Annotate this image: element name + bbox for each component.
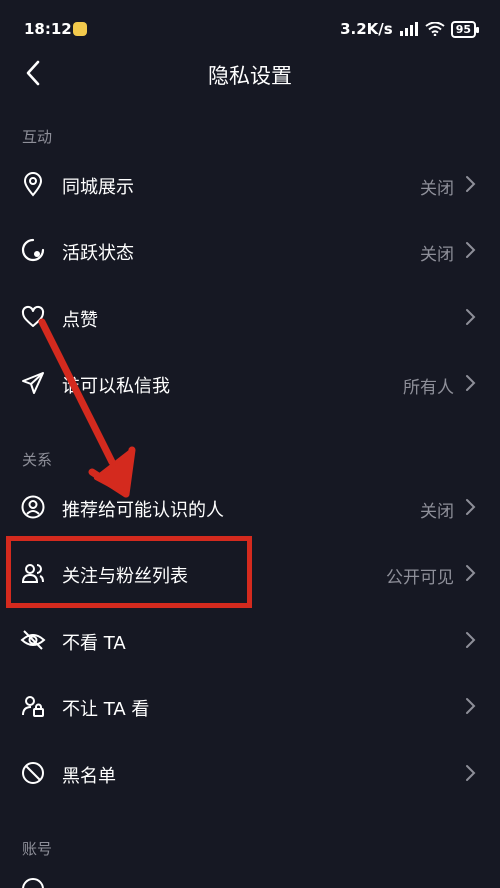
row-label: 不让 TA 看 — [62, 699, 150, 720]
setting-row-hide-from[interactable]: 不让 TA 看 — [0, 674, 500, 740]
network-speed: 3.2K/s — [340, 20, 393, 38]
nav-bar: 隐私设置 — [0, 44, 500, 102]
block-icon — [22, 762, 44, 784]
row-label: 同城展示 — [62, 177, 134, 198]
chevron-right-icon — [466, 698, 476, 714]
section-label-relations: 关系 — [22, 451, 53, 469]
partial-row-icon — [22, 878, 44, 888]
user-circle-icon — [21, 495, 45, 519]
row-label: 点赞 — [62, 310, 98, 331]
row-label: 活跃状态 — [62, 243, 134, 264]
row-value: 关闭 — [420, 179, 454, 199]
chevron-right-icon — [466, 176, 476, 192]
chevron-right-icon — [466, 499, 476, 515]
setting-row-likes[interactable]: 点赞 — [0, 285, 500, 351]
section-label-account: 账号 — [22, 840, 53, 858]
row-label: 推荐给可能认识的人 — [62, 500, 224, 521]
notification-icon — [73, 22, 87, 36]
setting-row-city-display[interactable]: 同城展示 关闭 — [0, 152, 500, 218]
chevron-right-icon — [466, 375, 476, 391]
row-label: 不看 TA — [62, 633, 126, 654]
row-value: 公开可见 — [386, 568, 454, 588]
chevron-right-icon — [466, 309, 476, 325]
row-label: 谁可以私信我 — [62, 376, 170, 397]
status-right-group: 3.2K/s 95 — [340, 20, 480, 38]
setting-row-recommend[interactable]: 推荐给可能认识的人 关闭 — [0, 475, 500, 541]
wifi-icon — [425, 22, 445, 36]
row-value: 关闭 — [420, 245, 454, 265]
status-time: 18:12 — [24, 20, 72, 38]
chevron-right-icon — [466, 765, 476, 781]
row-value: 关闭 — [420, 502, 454, 522]
location-pin-icon — [23, 172, 43, 197]
row-value: 所有人 — [403, 378, 454, 398]
chevron-right-icon — [466, 242, 476, 258]
signal-icon — [399, 22, 418, 36]
setting-row-active-status[interactable]: 活跃状态 关闭 — [0, 218, 500, 284]
battery-indicator: 95 — [450, 20, 480, 38]
row-label: 黑名单 — [62, 766, 116, 787]
setting-row-blacklist[interactable]: 黑名单 — [0, 741, 500, 807]
setting-row-who-can-dm[interactable]: 谁可以私信我 所有人 — [0, 351, 500, 417]
eye-off-icon — [20, 630, 46, 650]
heart-icon — [21, 305, 45, 327]
chevron-right-icon — [466, 632, 476, 648]
section-label-interaction: 互动 — [22, 128, 53, 146]
chevron-right-icon — [466, 565, 476, 581]
setting-row-dont-see[interactable]: 不看 TA — [0, 608, 500, 674]
send-icon — [22, 372, 44, 394]
page-title: 隐私设置 — [208, 64, 292, 88]
active-status-icon — [21, 238, 45, 262]
highlight-box — [6, 536, 252, 608]
user-lock-icon — [22, 696, 44, 717]
